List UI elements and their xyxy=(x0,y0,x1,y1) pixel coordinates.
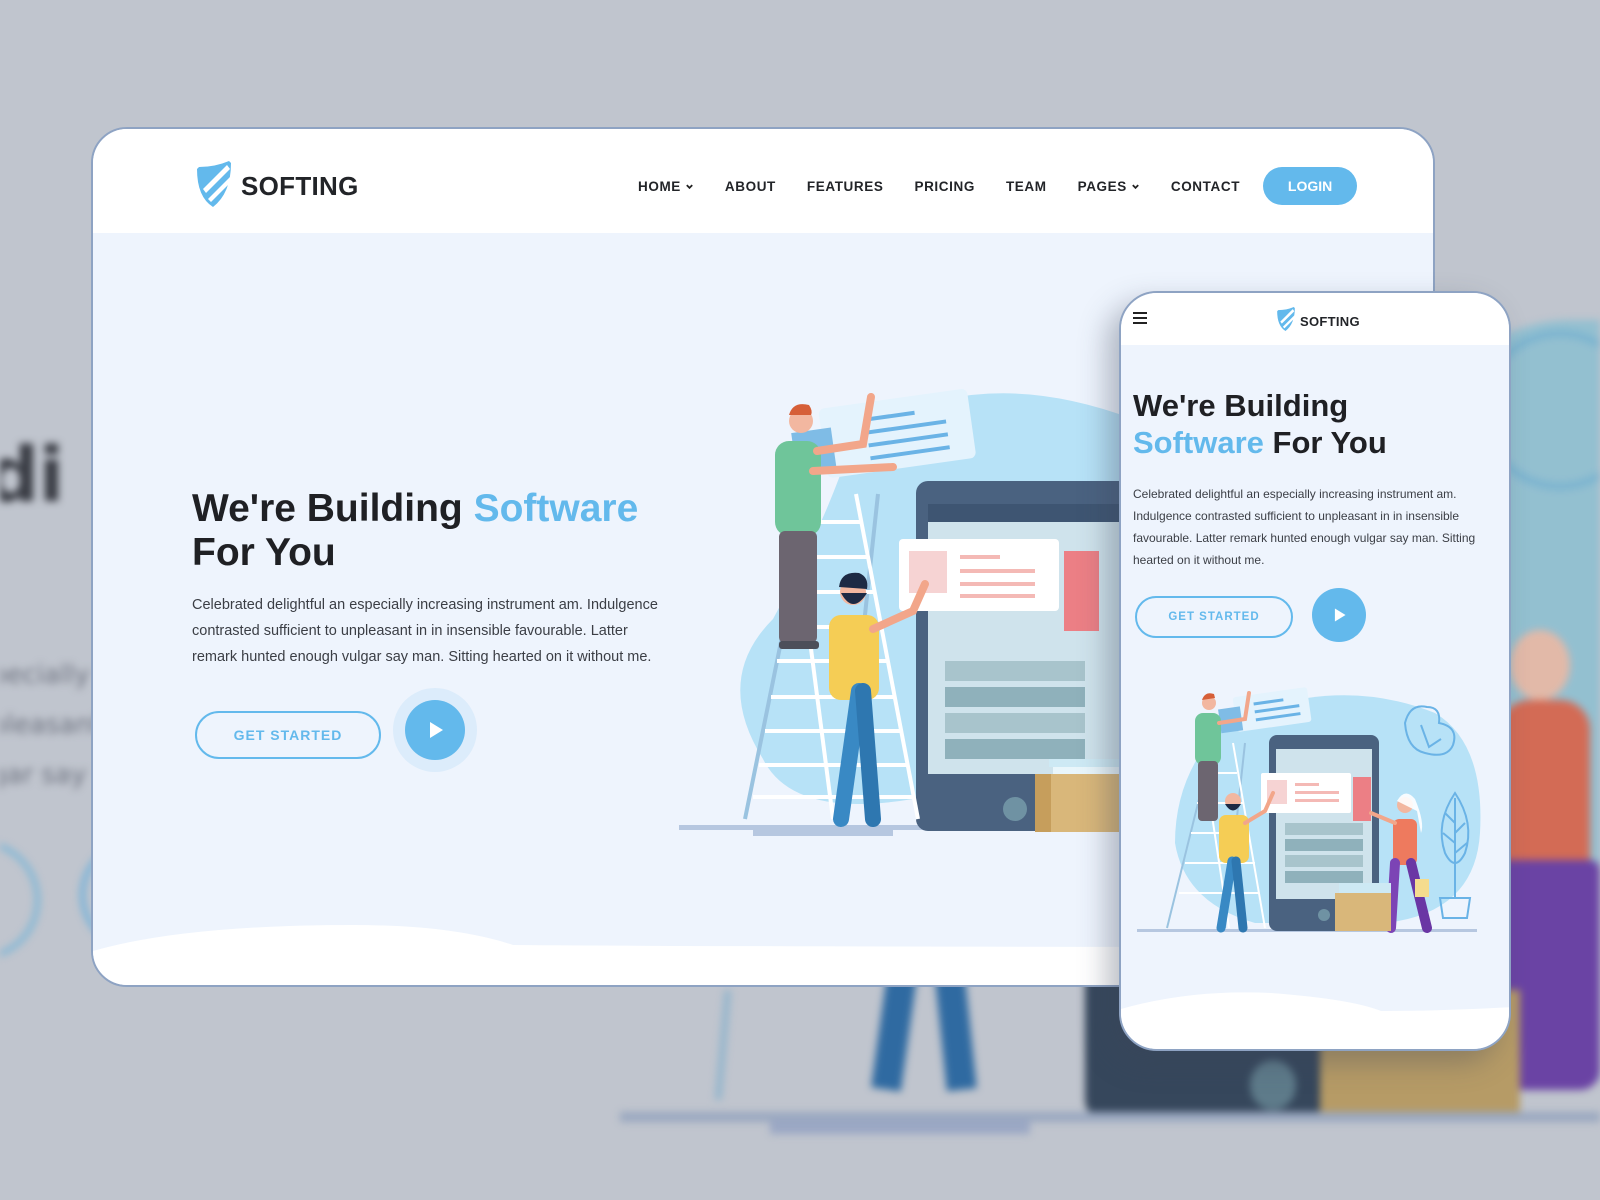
blurred-figure xyxy=(1500,700,1590,870)
hero-description: Celebrated delightful an especially incr… xyxy=(1133,487,1476,567)
hero-illustration xyxy=(679,389,1133,836)
nav-item-pages[interactable]: PAGES xyxy=(1078,179,1140,194)
brand-name: SOFTING xyxy=(1300,313,1360,329)
play-video-button[interactable] xyxy=(393,688,477,772)
nav-item-features[interactable]: FEATURES xyxy=(807,179,884,194)
nav-label: TEAM xyxy=(1005,178,1047,194)
illustration-box xyxy=(1335,883,1391,931)
nav-item-team[interactable]: TEAM xyxy=(1006,179,1047,194)
chevron-down-icon xyxy=(686,184,693,189)
hero-wave xyxy=(1121,992,1509,1049)
nav-label: CONTACT xyxy=(1170,178,1241,194)
blurred-circle xyxy=(0,840,40,960)
nav-label: FEATURES xyxy=(806,178,884,194)
blurred-text-line: pecially xyxy=(0,660,90,690)
blurred-text-line: gar say xyxy=(0,760,87,790)
nav-item-about[interactable]: ABOUT xyxy=(725,179,776,194)
hero-description: Celebrated delightful an especially incr… xyxy=(192,597,658,665)
play-button-circle xyxy=(405,700,465,760)
nav-label: PRICING xyxy=(914,178,975,194)
blurred-heading: ldi xyxy=(0,430,65,519)
hero-title-text: We're Building xyxy=(192,487,474,530)
play-icon xyxy=(1334,608,1346,622)
mobile-mockup: SOFTING We're Building Software For You C… xyxy=(1119,291,1511,1051)
hero-title-accent: Software xyxy=(1133,425,1264,460)
blurred-ground xyxy=(620,1112,1600,1122)
blurred-text-line: pleasant xyxy=(0,710,102,740)
hero-title-text: For You xyxy=(192,531,336,574)
hero-title: We're Building Software For You xyxy=(192,487,692,575)
hero-title-text: We're Building xyxy=(1133,388,1349,423)
hero-title-accent: Software xyxy=(473,487,639,530)
blurred-figure xyxy=(1510,630,1570,700)
hero-illustration xyxy=(1137,687,1481,933)
play-video-button[interactable] xyxy=(1312,588,1366,642)
play-icon xyxy=(430,722,443,738)
shield-icon xyxy=(193,159,235,213)
nav-label: PAGES xyxy=(1077,178,1127,194)
nav-item-contact[interactable]: CONTACT xyxy=(1171,179,1240,194)
nav-item-home[interactable]: HOME xyxy=(638,179,694,194)
blurred-ladder xyxy=(715,989,731,1101)
shield-icon xyxy=(1275,306,1297,336)
brand-logo[interactable]: SOFTING xyxy=(193,159,359,213)
main-nav: HOME ABOUT FEATURES PRICING TEAM PAGES C… xyxy=(638,167,1358,205)
illustration-ground xyxy=(753,830,893,836)
desktop-header: SOFTING HOME ABOUT FEATURES PRICING TEAM… xyxy=(93,129,1433,233)
chevron-down-icon xyxy=(1132,184,1139,189)
brand-logo[interactable]: SOFTING xyxy=(1275,306,1360,336)
hero-title-text: For You xyxy=(1263,425,1387,460)
login-button[interactable]: LOGIN xyxy=(1263,167,1358,205)
blurred-ground xyxy=(770,1120,1030,1134)
get-started-button[interactable]: GET STARTED xyxy=(195,711,381,759)
hero-title: We're Building Software For You xyxy=(1133,387,1503,461)
nav-label: ABOUT xyxy=(724,178,776,194)
nav-label: HOME xyxy=(638,178,681,194)
get-started-button[interactable]: GET STARTED xyxy=(1135,596,1293,638)
mobile-header: SOFTING xyxy=(1121,293,1509,345)
hamburger-menu-icon[interactable] xyxy=(1133,312,1147,324)
nav-item-pricing[interactable]: PRICING xyxy=(914,179,974,194)
brand-name: SOFTING xyxy=(241,170,359,201)
blurred-device xyxy=(1250,1060,1296,1110)
